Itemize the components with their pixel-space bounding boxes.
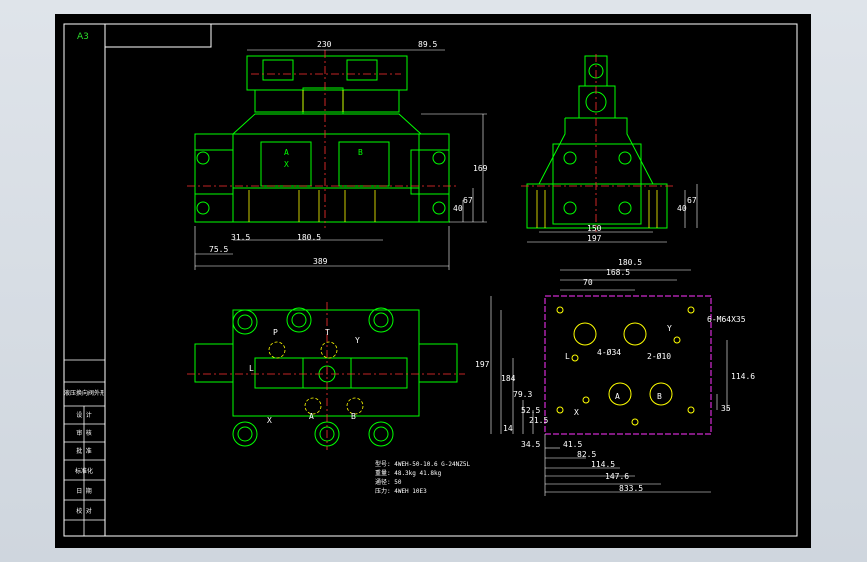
dim-pattern-left-height-5: 14 <box>503 424 513 433</box>
front-view-centerlines <box>187 50 457 228</box>
dim-right-low-height: 40 <box>453 204 463 213</box>
title-block-drawing-name: 液压换向阀外形图 <box>64 390 104 397</box>
spec-note-model: 型号: 4WEH-50-10.6 G-24NZ5L <box>375 461 471 468</box>
front-port-label-a: A <box>284 148 289 157</box>
title-block-date: 日 期 <box>76 488 92 495</box>
pattern-port-label-y: Y <box>667 324 672 333</box>
spec-note-size: 通径: 50 <box>375 479 402 486</box>
drawing-sheet: A3 230 89.5 180.5 31.5 75.5 389 169 67 4… <box>55 14 811 548</box>
side-view <box>526 55 668 229</box>
dim-pattern-left-height-total: 197 <box>475 360 490 369</box>
title-block-approver: 批 准 <box>76 448 92 455</box>
dim-pattern-overall-top: 180.5 <box>618 258 643 267</box>
front-port-label-b: B <box>358 148 363 157</box>
dim-overall-width: 389 <box>313 257 328 266</box>
dim-right-total-height: 169 <box>473 164 488 173</box>
plan-port-label-a: A <box>309 412 314 421</box>
dim-left-overhang: 75.5 <box>209 245 229 254</box>
title-block-designer: 设 计 <box>76 412 92 419</box>
title-block-checker: 校 对 <box>76 508 92 515</box>
title-block-reviewer: 审 核 <box>76 430 92 437</box>
pattern-port-label-b: B <box>657 392 662 401</box>
plan-view-centerlines <box>187 302 465 450</box>
dim-side-mid-height: 67 <box>687 196 697 205</box>
dim-pattern-bottom-5: 147.6 <box>605 472 630 481</box>
pattern-port-label-l: L <box>565 352 570 361</box>
dim-pattern-right-height-1: 114.6 <box>731 372 756 381</box>
pattern-port-label-x: X <box>574 408 579 417</box>
front-view <box>194 55 450 223</box>
dim-pattern-left-height-4: 21.5 <box>529 416 549 425</box>
dim-side-base-width: 150 <box>587 224 602 233</box>
hole-callout-threads: 6-M64X35 <box>707 315 746 324</box>
dim-inner-width: 180.5 <box>297 233 322 242</box>
plan-port-label-x: X <box>267 416 272 425</box>
hole-callout-small: 2-Ø10 <box>647 352 672 361</box>
pattern-frame <box>544 295 712 435</box>
side-view-centerlines <box>521 54 675 232</box>
dim-side-low-height: 40 <box>677 204 687 213</box>
dim-right-mid-height: 67 <box>463 196 473 205</box>
front-view-hidden-lines <box>248 90 376 222</box>
dim-top-width: 230 <box>317 40 332 49</box>
dim-pattern-bottom-6: 833.5 <box>619 484 644 493</box>
dim-pattern-right-height-2: 35 <box>721 404 731 413</box>
dim-pattern-bottom-2: 41.5 <box>563 440 583 449</box>
dim-left-offset: 31.5 <box>231 233 251 242</box>
dim-pattern-inner-top: 168.5 <box>606 268 631 277</box>
dim-pattern-bottom-4: 114.5 <box>591 460 616 469</box>
plan-port-label-y: Y <box>355 336 360 345</box>
dim-pattern-y-offset: 70 <box>583 278 593 287</box>
spec-note-pressure: 压力: 4WEH 10E3 <box>375 488 427 495</box>
dim-pattern-left-height-3: 52.5 <box>521 406 541 415</box>
plan-port-label-b: B <box>351 412 356 421</box>
dim-pattern-bottom-1: 34.5 <box>521 440 541 449</box>
spec-note-weight: 重量: 48.3kg 41.8kg <box>375 470 442 477</box>
title-box <box>104 23 212 48</box>
dim-pattern-bottom-3: 82.5 <box>577 450 597 459</box>
plan-port-label-p: P <box>273 328 278 337</box>
plan-port-label-l: L <box>249 364 254 373</box>
title-block-standardization: 标准化 <box>74 468 93 475</box>
pattern-port-label-a: A <box>615 392 620 401</box>
side-view-hidden-lines <box>536 190 658 228</box>
hole-callout-main: 4-Ø34 <box>597 348 622 357</box>
plan-view-hidden-lines <box>268 341 364 415</box>
plan-port-label-t: T <box>325 328 330 337</box>
front-port-label-x: X <box>284 160 289 169</box>
dim-pattern-left-height-1: 184 <box>501 374 516 383</box>
dim-side-overall-width: 197 <box>587 234 602 243</box>
dim-top-offset: 89.5 <box>418 40 438 49</box>
dim-pattern-left-height-2: 79.3 <box>513 390 533 399</box>
